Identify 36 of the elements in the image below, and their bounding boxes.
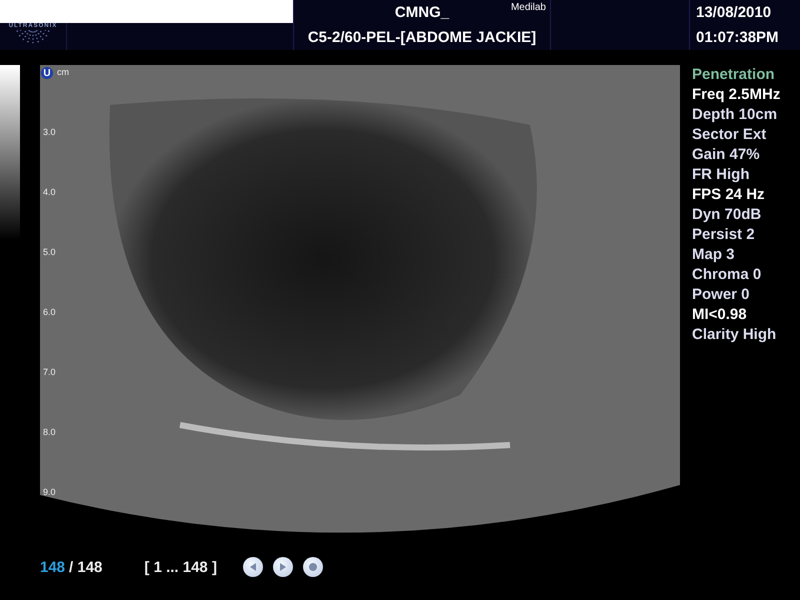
- parameter-text: Map 3: [692, 245, 736, 265]
- site-name: Medilab: [510, 2, 546, 13]
- depth-mark: 5.0: [43, 247, 56, 257]
- parameter-text: Clarity High: [692, 325, 778, 345]
- preset-name: C5-2/60-PEL-[ABDOME JACKIE]: [308, 29, 536, 46]
- parameter-text: Persist 2: [692, 225, 756, 245]
- time-text: 01:07:38PM: [696, 29, 780, 46]
- depth-unit: cm: [57, 67, 69, 77]
- parameter-text: Penetration: [692, 65, 776, 85]
- parameter-text: FPS 24 Hz: [692, 185, 766, 205]
- current-frame: 148: [40, 558, 66, 576]
- parameter-text: Depth 10cm: [692, 105, 778, 125]
- stop-button[interactable]: [302, 557, 323, 577]
- play-icon: [278, 563, 287, 571]
- total-frames: / 148: [69, 558, 102, 576]
- depth-mark: 9.0: [43, 487, 56, 497]
- parameter-text: Freq 2.5MHz: [692, 85, 780, 105]
- parameter-text: Sector Ext: [692, 125, 768, 145]
- depth-mark: 7.0: [43, 367, 56, 377]
- parameter-text: Gain 47%: [692, 145, 761, 165]
- depth-mark: 4.0: [43, 187, 56, 197]
- parameter-text: FR High: [692, 165, 750, 185]
- patient-id: CMNG_: [394, 4, 450, 21]
- parameter-text: MI<0.98: [692, 305, 748, 325]
- parameter-text: Power 0: [692, 285, 751, 305]
- depth-mark: 3.0: [43, 127, 56, 137]
- depth-mark: 8.0: [43, 427, 56, 437]
- date-text: 13/08/2010: [696, 4, 772, 21]
- depth-mark: 6.0: [43, 307, 56, 317]
- frame-range: [ 1 ... 148 ]: [144, 558, 217, 576]
- parameter-text: Dyn 70dB: [692, 205, 762, 225]
- play-button[interactable]: [272, 557, 293, 577]
- previous-button[interactable]: [242, 557, 263, 577]
- parameter-text: Chroma 0: [692, 265, 762, 285]
- previous-icon: [248, 563, 257, 571]
- stop-icon: [308, 563, 317, 571]
